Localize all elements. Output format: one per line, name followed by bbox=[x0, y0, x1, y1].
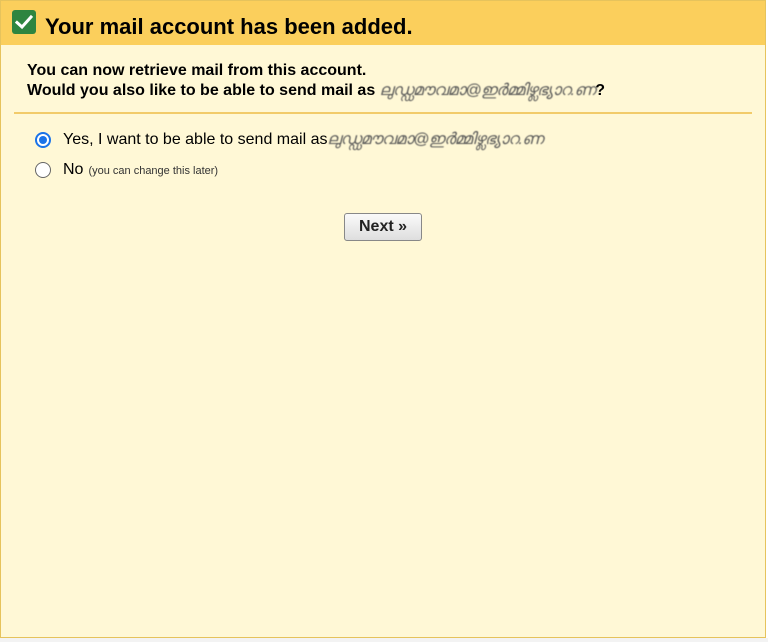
intro-line-2-prefix: Would you also like to be able to send m… bbox=[27, 82, 380, 99]
dialog-title: Your mail account has been added. bbox=[45, 14, 413, 39]
yes-redacted-email: ലുഡ്ഡമൗവമാ@ഇർമ്മിഴ്ലഭ്യാറ.ണ bbox=[327, 131, 544, 148]
checkmark-icon bbox=[12, 10, 36, 34]
no-radio-button[interactable] bbox=[35, 162, 51, 178]
intro-line-1: You can now retrieve mail from this acco… bbox=[27, 62, 367, 79]
send-mail-yes-option[interactable]: Yes, I want to be able to send mail as ല… bbox=[35, 131, 544, 149]
intro-line-2: Would you also like to be able to send m… bbox=[27, 81, 605, 101]
account-added-dialog: Your mail account has been added. You ca… bbox=[0, 0, 766, 638]
bottom-strip bbox=[0, 638, 768, 642]
divider bbox=[14, 112, 752, 114]
intro-text: You can now retrieve mail from this acco… bbox=[27, 61, 605, 101]
intro-line-2-suffix: ? bbox=[595, 82, 605, 99]
no-note: (you can change this later) bbox=[88, 165, 219, 177]
send-mail-no-option[interactable]: No (you can change this later) bbox=[35, 161, 218, 179]
next-button[interactable]: Next » bbox=[344, 213, 422, 241]
yes-radio-button[interactable] bbox=[35, 132, 51, 148]
yes-label: Yes, I want to be able to send mail as bbox=[63, 131, 328, 148]
no-label: No bbox=[63, 161, 84, 178]
redacted-email-address: ലുഡ്ഡമൗവമാ@ഇർമ്മിഴ്ലഭ്യാറ.ണ bbox=[379, 82, 596, 99]
dialog-header: Your mail account has been added. bbox=[1, 1, 765, 45]
